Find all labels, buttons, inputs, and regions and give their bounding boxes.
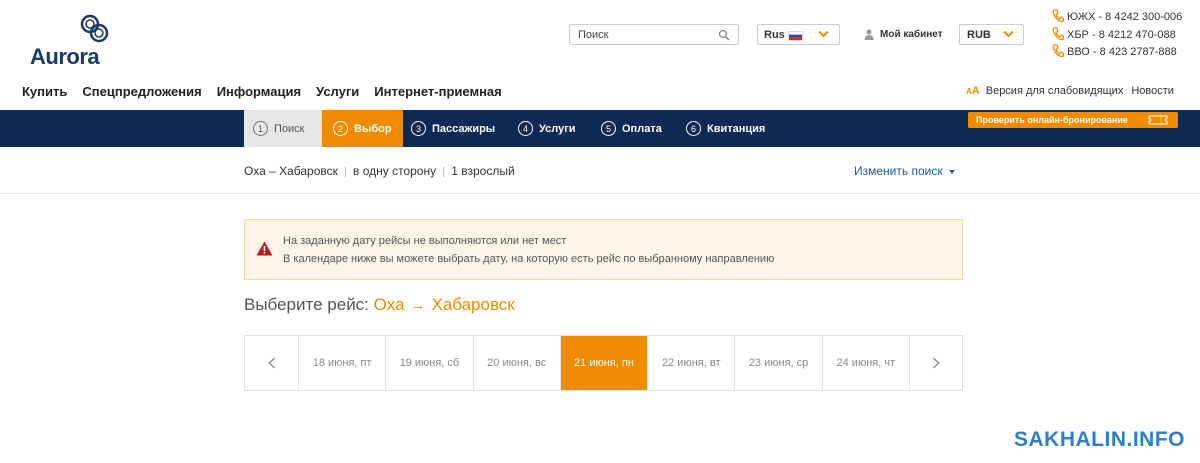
phone-icon [1052,44,1065,61]
aurora-logo-icon [80,14,109,43]
nav-item-buy[interactable]: Купить [22,84,67,99]
user-icon [864,29,874,43]
alert-message-line1: На заданную дату рейсы не выполняются ил… [283,235,567,247]
aurora-logo[interactable]: Aurora [30,14,114,69]
phone-code: ЮЖХ [1067,11,1096,23]
step-receipt[interactable]: 6 Квитанция [686,110,765,147]
accessibility-link[interactable]: Версия для слабовидящих [986,85,1124,97]
step-label: Выбор [354,122,392,135]
step-label: Оплата [622,122,662,135]
step-select[interactable]: 2 Выбор [322,110,403,147]
language-select[interactable]: Rus [757,24,840,45]
phone-number: 8 4212 470-088 [1098,28,1176,41]
date-option[interactable]: 22 июня, вт [647,336,734,390]
change-search-label: Изменить поиск [854,164,943,178]
phone-number: 8 4242 300-006 [1105,11,1183,23]
date-option[interactable]: 19 июня, сб [385,336,472,390]
nav-item-special-offers[interactable]: Спецпредложения [82,84,201,99]
choose-prefix: Выберите рейс: [244,295,369,314]
separator: | [343,164,347,178]
summary-route: Оха – Хабаровск [244,164,338,178]
date-option[interactable]: 20 июня, вс [472,336,560,390]
date-option[interactable]: 18 июня, пт [298,336,385,390]
prev-dates-button[interactable] [245,336,298,390]
phone-icon [1052,26,1065,44]
my-cabinet-label: Мой кабинет [880,29,943,40]
step-number: 6 [686,121,701,136]
alert-message-line2: В календаре ниже вы можете выбрать дату,… [283,253,775,265]
currency-value: RUB [967,29,991,41]
step-label: Квитанция [707,122,766,135]
next-dates-button[interactable] [908,336,962,390]
step-number: 2 [333,121,348,136]
arrow-right-icon: → [410,297,426,314]
currency-select[interactable]: RUB [959,24,1024,45]
step-search[interactable]: 1 Поиск [244,110,322,147]
step-number: 3 [411,121,426,136]
date-option-selected[interactable]: 21 июня, пн [559,336,648,390]
phone-number: 8 423 2787-888 [1099,46,1177,58]
chevron-right-icon [932,357,940,369]
date-option[interactable]: 23 июня, ср [734,336,821,390]
step-number: 4 [518,121,533,136]
step-label: Поиск [274,122,305,135]
step-label: Услуги [539,122,576,135]
change-search-link[interactable]: Изменить поиск [854,164,955,178]
nav-item-internet-reception[interactable]: Интернет-приемная [374,84,501,99]
step-number: 1 [253,121,268,136]
warning-icon [256,241,273,261]
phone-code: ХБР [1067,28,1089,41]
chevron-down-icon [1003,29,1014,41]
search-summary: Оха – Хабаровск | в одну сторону | 1 взрослы… [0,148,1200,194]
summary-passengers: 1 взрослый [451,164,515,178]
language-value: Rus [764,29,785,41]
ticket-icon [1148,115,1168,127]
step-label: Пассажиры [432,122,496,135]
separator: | [442,164,446,178]
destination-city: Хабаровск [431,295,515,314]
check-booking-label: Проверить онлайн-бронирование [976,115,1128,125]
search-input[interactable] [570,25,710,45]
logo-text: Aurora [30,44,100,69]
news-link[interactable]: Новости [1131,85,1174,97]
watermark: SAKHALIN.INFO [1014,428,1185,451]
step-number: 5 [601,121,616,136]
main-nav: Купить Спецпредложения Информация Услуги… [22,84,502,99]
russia-flag-icon [788,31,803,41]
date-strip: 18 июня, пт 19 июня, сб 20 июня, вс 21 и… [244,335,963,391]
date-option[interactable]: 24 июня, чт [821,336,909,390]
step-services[interactable]: 4 Услуги [518,110,576,147]
search-box [569,24,739,45]
right-nav: AA Версия для слабовидящих Новости [966,85,1174,97]
no-flights-alert: На заданную дату рейсы не выполняются ил… [244,219,963,280]
step-payment[interactable]: 5 Оплата [601,110,662,147]
step-passengers[interactable]: 3 Пассажиры [411,110,495,147]
nav-item-services[interactable]: Услуги [316,84,359,99]
search-icon[interactable] [718,28,730,46]
caret-down-icon [948,169,955,174]
choose-flight-heading: Выберите рейс: Оха → Хабаровск [244,295,515,315]
phone-icon [1052,9,1065,26]
summary-trip-type: в одну сторону [353,164,437,178]
nav-item-information[interactable]: Информация [217,84,301,99]
chevron-left-icon [268,357,275,369]
check-booking-button[interactable]: Проверить онлайн-бронирование [968,112,1178,128]
font-size-icon: AA [966,85,980,97]
phone-code: ВВО [1067,46,1090,58]
origin-city: Оха [373,295,405,314]
chevron-down-icon [818,29,829,41]
